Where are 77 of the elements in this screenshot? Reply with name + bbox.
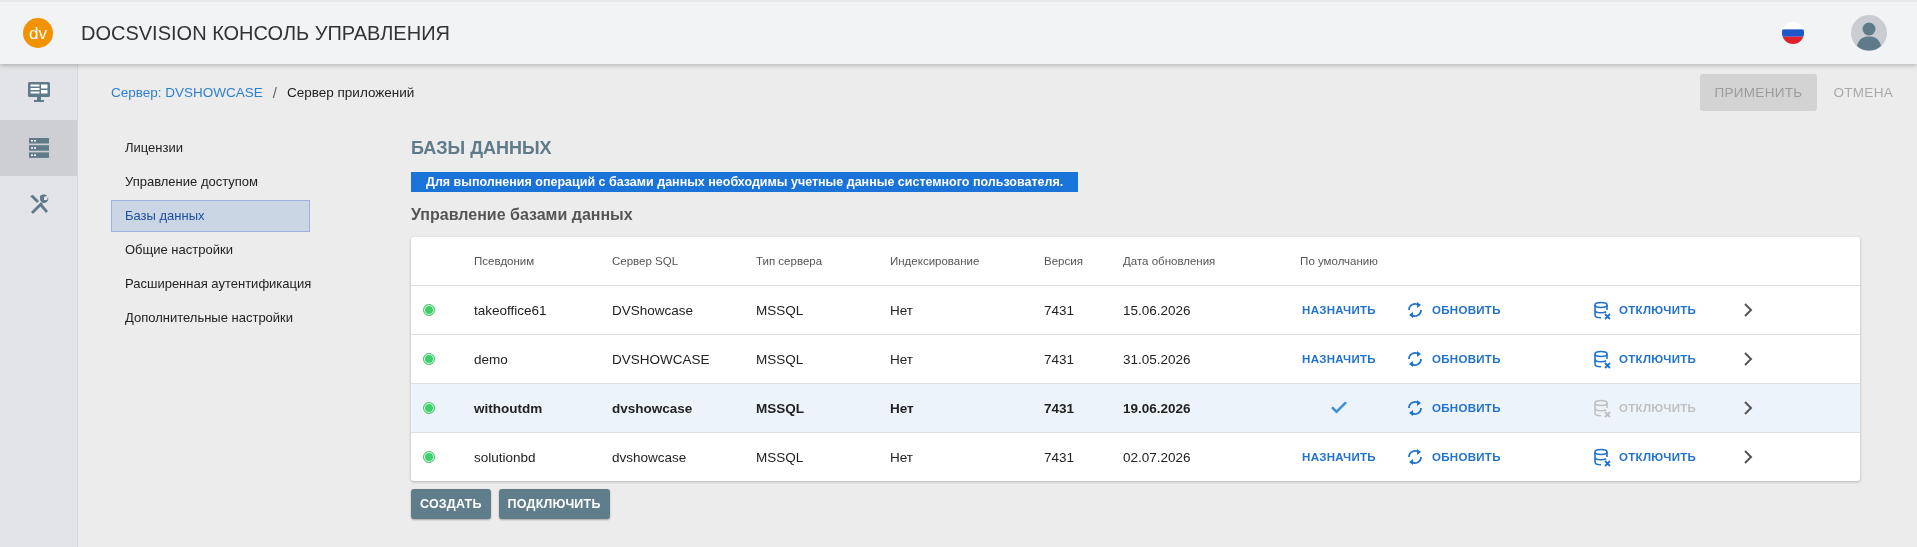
- table-cell: MSSQL: [756, 400, 804, 416]
- table-cell: 19.06.2026: [1123, 400, 1191, 416]
- database-remove-icon: [1593, 398, 1612, 418]
- menu-item[interactable]: Базы данных: [111, 200, 310, 232]
- logo-badge: dv: [23, 18, 53, 48]
- set-default-link[interactable]: НАЗНАЧИТЬ: [1302, 353, 1376, 365]
- database-remove-icon: [1593, 447, 1612, 467]
- table-cell: Нет: [890, 302, 913, 318]
- database-remove-icon: [1593, 349, 1612, 369]
- menu-item[interactable]: Дополнительные настройки: [111, 302, 311, 334]
- table-cell: 31.05.2026: [1123, 351, 1191, 367]
- refresh-icon: [1405, 300, 1425, 320]
- rail-item[interactable]: [0, 120, 77, 176]
- table-cell: 7431: [1044, 302, 1075, 318]
- table-cell: dvshowcase: [612, 449, 687, 465]
- chevron-right-icon: [1743, 303, 1753, 317]
- refresh-link[interactable]: ОБНОВИТЬ: [1405, 349, 1501, 369]
- set-default-link[interactable]: НАЗНАЧИТЬ: [1302, 304, 1376, 316]
- table-row[interactable]: withoutdm dvshowcase MSSQL Нет 7431 19.06.2026 ОБНОВИТЬ ОТКЛЮЧИТЬ: [411, 384, 1860, 433]
- disconnect-link[interactable]: ОТКЛЮЧИТЬ: [1593, 447, 1697, 467]
- refresh-icon: [1405, 398, 1425, 418]
- breadcrumb-current: Сервер приложений: [287, 84, 415, 100]
- refresh-icon: [1405, 349, 1425, 369]
- table-cell: 7431: [1044, 351, 1075, 367]
- table-cell: Нет: [890, 351, 913, 367]
- column-header: Сервер SQL: [612, 237, 756, 286]
- table-row[interactable]: takeoffice61 DVShowcase MSSQL Нет 7431 15.06.2026 НАЗНАЧИТЬ ОБНОВИТЬ ОТКЛЮЧИТЬ: [411, 286, 1860, 335]
- app-title: DOCSVISION КОНСОЛЬ УПРАВЛЕНИЯ: [81, 21, 450, 45]
- table-cell: DVShowcase: [612, 302, 694, 318]
- chevron-right-icon: [1743, 450, 1753, 464]
- table-cell: solutionbd: [474, 449, 536, 465]
- avatar-icon[interactable]: [1851, 15, 1887, 51]
- menu-item[interactable]: Управление доступом: [111, 166, 311, 198]
- column-header: Дата обновления: [1123, 237, 1273, 286]
- table-cell: 7431: [1044, 400, 1075, 416]
- refresh-icon: [1405, 447, 1425, 467]
- monitor-icon: [26, 80, 51, 104]
- table-cell: Нет: [890, 400, 914, 416]
- chevron-right-icon: [1743, 352, 1753, 366]
- chevron-right-icon: [1743, 401, 1753, 415]
- breadcrumb-link[interactable]: Сервер: DVSHOWCASE: [111, 84, 263, 100]
- table-cell: DVSHOWCASE: [612, 351, 710, 367]
- column-header: Индексирование: [890, 237, 1044, 286]
- flag-icon: [1782, 22, 1804, 44]
- refresh-link[interactable]: ОБНОВИТЬ: [1405, 300, 1501, 320]
- menu-item[interactable]: Расширенная аутентификация: [111, 268, 311, 300]
- section-title: Управление базами данных: [411, 206, 634, 225]
- column-header: Псевдоним: [474, 237, 612, 286]
- database-remove-icon: [1593, 300, 1612, 320]
- action-button[interactable]: СОЗДАТЬ: [411, 489, 491, 519]
- table-cell: MSSQL: [756, 351, 804, 367]
- disconnect-link[interactable]: ОТКЛЮЧИТЬ: [1593, 349, 1697, 369]
- breadcrumb-separator: /: [272, 83, 277, 101]
- table-cell: withoutdm: [474, 400, 543, 416]
- table-cell: takeoffice61: [474, 302, 547, 318]
- table-cell: Нет: [890, 449, 913, 465]
- refresh-link[interactable]: ОБНОВИТЬ: [1405, 447, 1501, 467]
- table-cell: MSSQL: [756, 302, 804, 318]
- check-icon: [1330, 401, 1348, 415]
- column-header: По умолчанию: [1273, 237, 1405, 286]
- table-cell: 02.07.2026: [1123, 449, 1191, 465]
- table-cell: dvshowcase: [612, 400, 693, 416]
- table-cell: MSSQL: [756, 449, 804, 465]
- server-stack-icon: [26, 136, 51, 160]
- set-default-link[interactable]: НАЗНАЧИТЬ: [1302, 451, 1376, 463]
- disconnect-link[interactable]: ОТКЛЮЧИТЬ: [1593, 300, 1697, 320]
- table-cell: 15.06.2026: [1123, 302, 1191, 318]
- column-header: Версия: [1044, 237, 1123, 286]
- table-row[interactable]: solutionbd dvshowcase MSSQL Нет 7431 02.07.2026 НАЗНАЧИТЬ ОБНОВИТЬ ОТКЛЮЧИТЬ: [411, 433, 1860, 481]
- page-title: БАЗЫ ДАННЫХ: [411, 138, 553, 160]
- menu-item[interactable]: Общие настройки: [111, 234, 311, 266]
- table-cell: demo: [474, 351, 508, 367]
- table-cell: 7431: [1044, 449, 1075, 465]
- info-banner: Для выполнения операций с базами данных необходимы учетные данные системного пользователя.: [411, 172, 1079, 192]
- menu-item[interactable]: Лицензии: [111, 132, 311, 164]
- action-button[interactable]: ПОДКЛЮЧИТЬ: [498, 489, 610, 519]
- column-header: Тип сервера: [756, 237, 890, 286]
